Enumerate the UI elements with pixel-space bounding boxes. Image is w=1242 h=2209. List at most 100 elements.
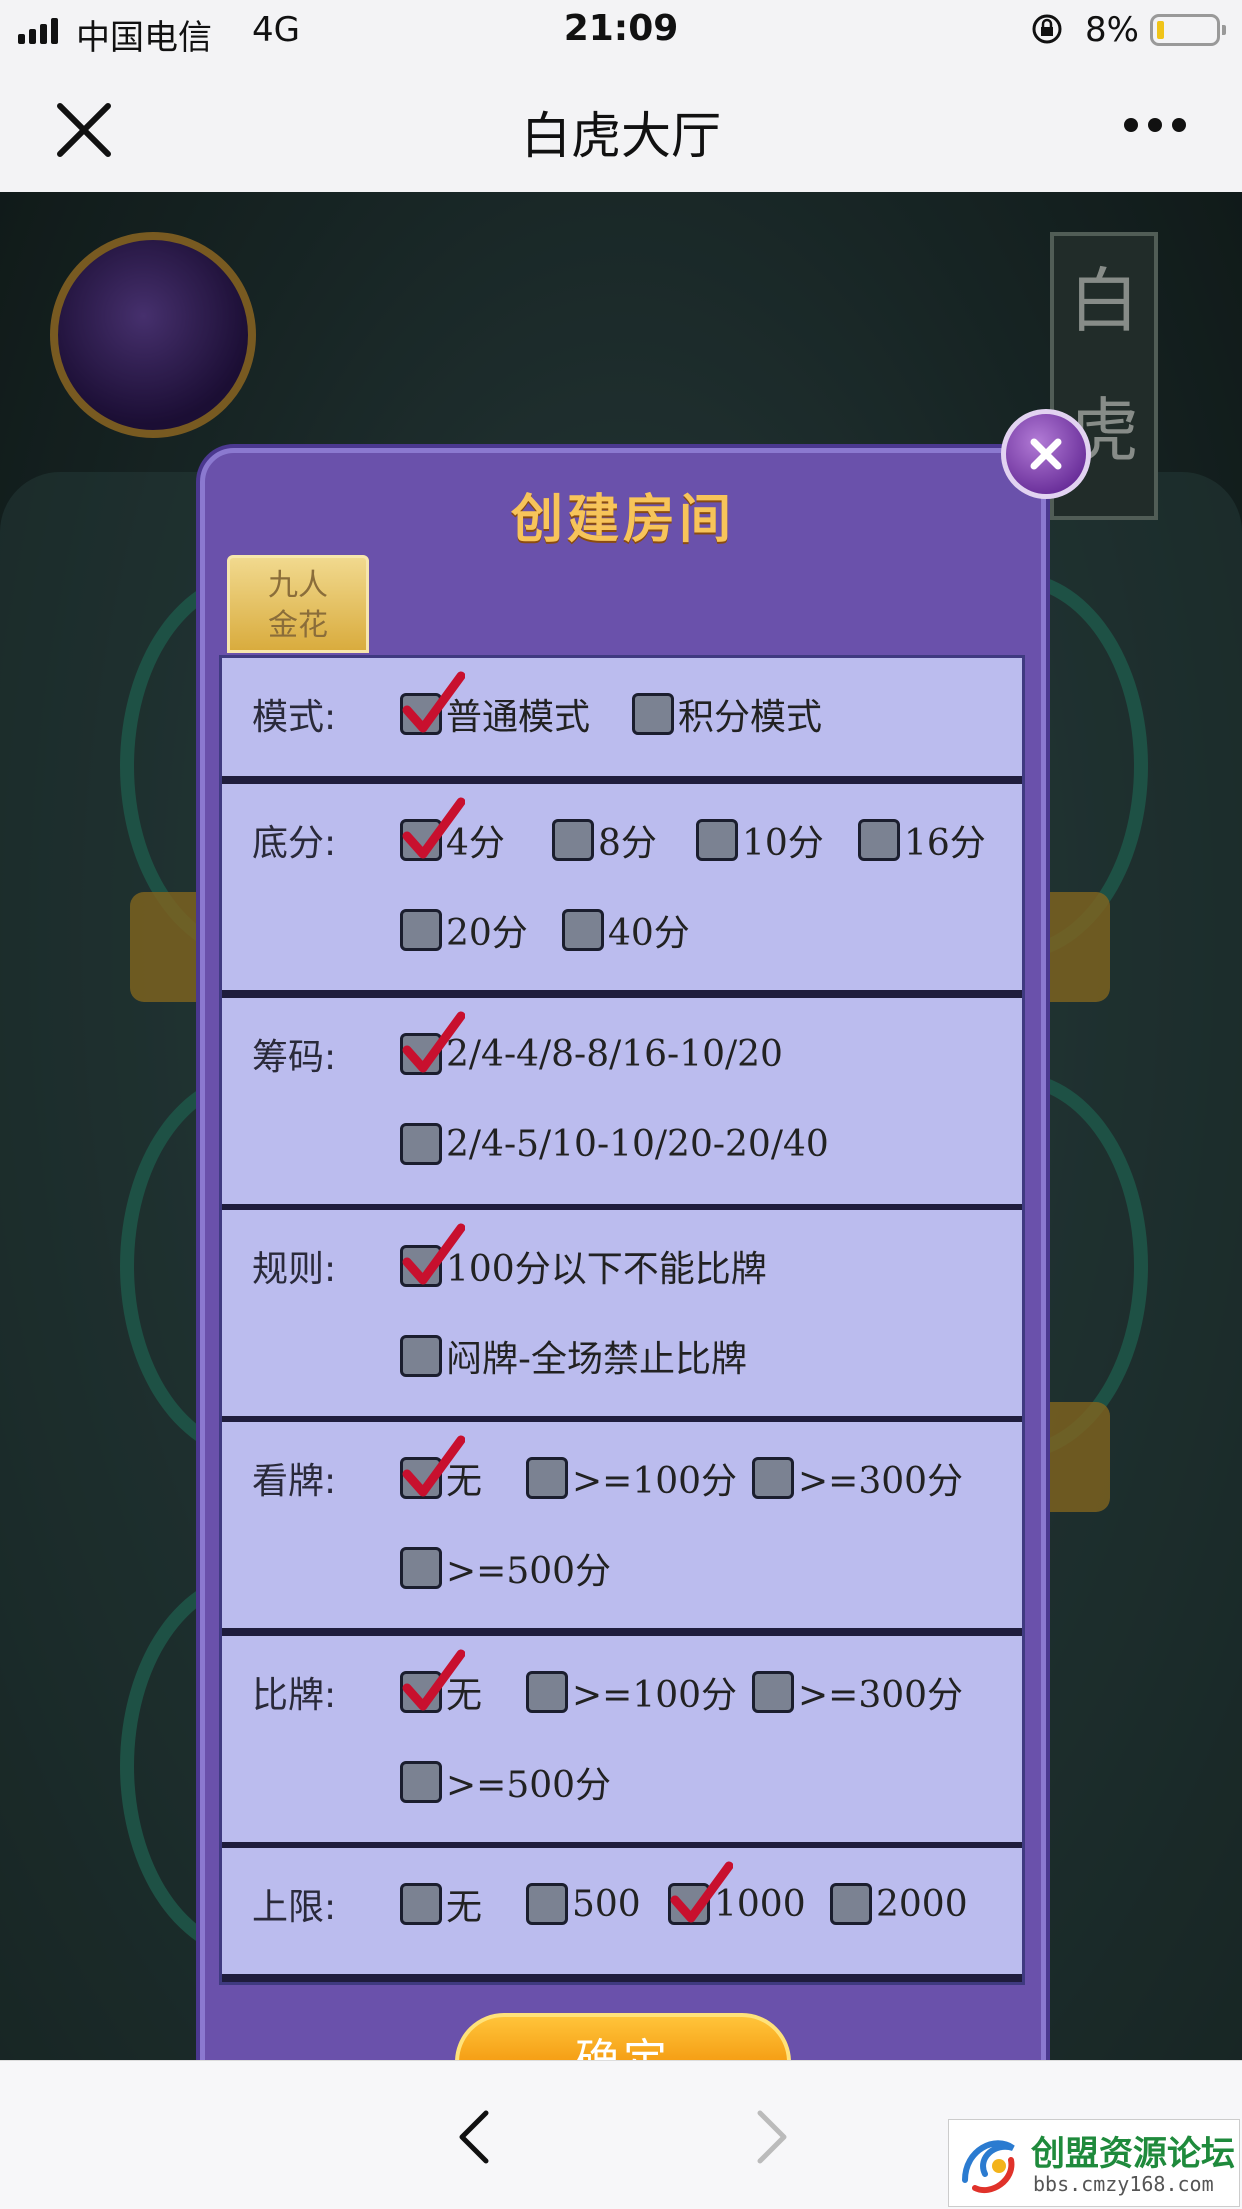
option-row: 模式: 普通模式 积分模式: [222, 658, 1022, 776]
checkbox-option[interactable]: >=500分: [400, 1542, 611, 1594]
checkbox-checked[interactable]: [400, 1435, 465, 1499]
checkbox-option[interactable]: 500: [526, 1878, 641, 1930]
option-row: 看牌: 无 >=100分 >=300分 >=500分: [222, 1422, 1022, 1628]
checkbox-unchecked[interactable]: [400, 1883, 442, 1925]
checkbox-option-label: >=500分: [446, 1551, 612, 1592]
checkbox-option[interactable]: 100分以下不能比牌: [400, 1223, 767, 1292]
option-row-label: 比牌:: [252, 1675, 337, 1716]
checkmark-icon: [670, 1861, 733, 1923]
checkbox-option[interactable]: 普通模式: [400, 671, 591, 740]
checkbox-option-label: 8分: [598, 823, 657, 864]
tab-label-line1: 九人: [268, 568, 328, 603]
battery-icon: [1150, 14, 1226, 46]
more-icon[interactable]: [1124, 118, 1186, 132]
checkbox-unchecked[interactable]: [752, 1671, 794, 1713]
checkbox-unchecked[interactable]: [632, 693, 674, 735]
checkmark-icon: [402, 671, 465, 733]
checkbox-checked[interactable]: [400, 671, 465, 735]
checkbox-option-label: 2/4-5/10-10/20-20/40: [446, 1123, 829, 1165]
dialog-title: 创建房间: [510, 490, 735, 550]
option-row-label: 上限:: [252, 1887, 337, 1928]
forum-logo-icon: [962, 2140, 1015, 2193]
option-row-label: 底分:: [252, 823, 337, 864]
options-panel: 模式: 普通模式 积分模式 底分: 4分 8分 10分 16分 20分 40分 筹码: 2/4-4/8…: [219, 655, 1025, 1985]
checkbox-checked[interactable]: [668, 1861, 733, 1925]
checkbox-option[interactable]: 8分: [552, 814, 657, 866]
checkbox-option[interactable]: 40分: [562, 904, 690, 956]
option-row: 底分: 4分 8分 10分 16分 20分 40分: [222, 784, 1022, 990]
checkbox-option[interactable]: >=100分: [526, 1452, 737, 1504]
checkbox-option[interactable]: 无: [400, 1649, 482, 1718]
checkbox-unchecked[interactable]: [526, 1457, 568, 1499]
checkbox-unchecked[interactable]: [696, 819, 738, 861]
game-lobby: 白虎 创建房间 九人 金花 模式: 普通模式 积分模式 底分: 4分 8分 10分 16分 20…: [0, 192, 1242, 2060]
browser-toolbar: 创盟资源论坛 bbs.cmzy168.com: [0, 2060, 1242, 2209]
checkmark-icon: [402, 797, 465, 859]
checkbox-unchecked[interactable]: [526, 1883, 568, 1925]
checkbox-option-label: >=300分: [798, 1675, 964, 1716]
checkbox-option[interactable]: 无: [400, 1878, 482, 1930]
checkbox-unchecked[interactable]: [526, 1671, 568, 1713]
checkbox-unchecked[interactable]: [562, 909, 604, 951]
checkbox-option[interactable]: 10分: [696, 814, 824, 866]
checkbox-option[interactable]: 2/4-5/10-10/20-20/40: [400, 1118, 829, 1170]
checkbox-option[interactable]: 2000: [830, 1878, 968, 1930]
checkbox-option-label: 2/4-4/8-8/16-10/20: [446, 1033, 783, 1075]
checkbox-option[interactable]: 4分: [400, 797, 505, 866]
checkbox-unchecked[interactable]: [858, 819, 900, 861]
checkbox-option[interactable]: >=100分: [526, 1666, 737, 1718]
checkbox-option[interactable]: 1000: [668, 1861, 806, 1930]
checkbox-option[interactable]: 2/4-4/8-8/16-10/20: [400, 1011, 783, 1080]
page-title: 白虎大厅: [521, 107, 721, 165]
checkmark-icon: [402, 1223, 465, 1285]
option-row: 上限: 无 500 1000 2000: [222, 1848, 1022, 1974]
checkbox-unchecked[interactable]: [400, 1335, 442, 1377]
back-arrow-icon[interactable]: [454, 2107, 494, 2167]
checkbox-option[interactable]: 闷牌-全场禁止比牌: [400, 1330, 747, 1382]
rotation-lock-icon: [1032, 14, 1062, 44]
checkbox-unchecked[interactable]: [752, 1457, 794, 1499]
checkmark-icon: [402, 1649, 465, 1711]
checkbox-option-label: 20分: [446, 913, 528, 954]
checkbox-option[interactable]: 无: [400, 1435, 482, 1504]
checkbox-option[interactable]: 16分: [858, 814, 986, 866]
option-row-label: 模式:: [252, 697, 337, 738]
checkbox-option-label: >=100分: [572, 1461, 738, 1502]
checkbox-unchecked[interactable]: [400, 1123, 442, 1165]
option-row-label: 看牌:: [252, 1461, 337, 1502]
checkbox-option[interactable]: >=500分: [400, 1756, 611, 1808]
checkbox-option[interactable]: 积分模式: [632, 688, 822, 740]
checkbox-checked[interactable]: [400, 1649, 465, 1713]
checkbox-checked[interactable]: [400, 1223, 465, 1287]
checkbox-unchecked[interactable]: [830, 1883, 872, 1925]
close-icon[interactable]: [1001, 409, 1091, 499]
watermark: 创盟资源论坛 bbs.cmzy168.com: [948, 2119, 1240, 2207]
confirm-button[interactable]: 确定: [455, 2013, 791, 2060]
checkbox-option-label: 500: [572, 1883, 641, 1925]
checkmark-icon: [402, 1011, 465, 1073]
checkbox-option[interactable]: >=300分: [752, 1666, 963, 1718]
checkbox-checked[interactable]: [400, 797, 465, 861]
checkbox-option-label: 40分: [608, 913, 690, 954]
close-x-icon: [1030, 438, 1062, 470]
checkbox-unchecked[interactable]: [400, 1547, 442, 1589]
checkbox-option-label: 积分模式: [678, 697, 823, 738]
checkbox-option[interactable]: 20分: [400, 904, 528, 956]
forum-url: bbs.cmzy168.com: [1033, 2172, 1214, 2196]
option-row: 规则: 100分以下不能比牌 闷牌-全场禁止比牌: [222, 1210, 1022, 1416]
battery-percent: 8%: [1085, 10, 1139, 50]
checkbox-option-label: 闷牌-全场禁止比牌: [446, 1339, 747, 1380]
tab-nine-player-jinhua[interactable]: 九人 金花: [227, 555, 369, 653]
checkbox-option[interactable]: >=300分: [752, 1452, 963, 1504]
checkbox-unchecked[interactable]: [400, 909, 442, 951]
forward-arrow-icon[interactable]: [752, 2107, 792, 2167]
tab-label-line2: 金花: [268, 608, 328, 643]
checkbox-checked[interactable]: [400, 1011, 465, 1075]
checkbox-unchecked[interactable]: [400, 1761, 442, 1803]
checkbox-option-label: 普通模式: [446, 697, 591, 738]
checkbox-option-label: 10分: [742, 823, 824, 864]
nav-bar: 白虎大厅: [0, 62, 1242, 193]
forum-name: 创盟资源论坛: [1031, 2134, 1235, 2174]
checkbox-option-label: >=500分: [446, 1765, 612, 1806]
checkbox-unchecked[interactable]: [552, 819, 594, 861]
